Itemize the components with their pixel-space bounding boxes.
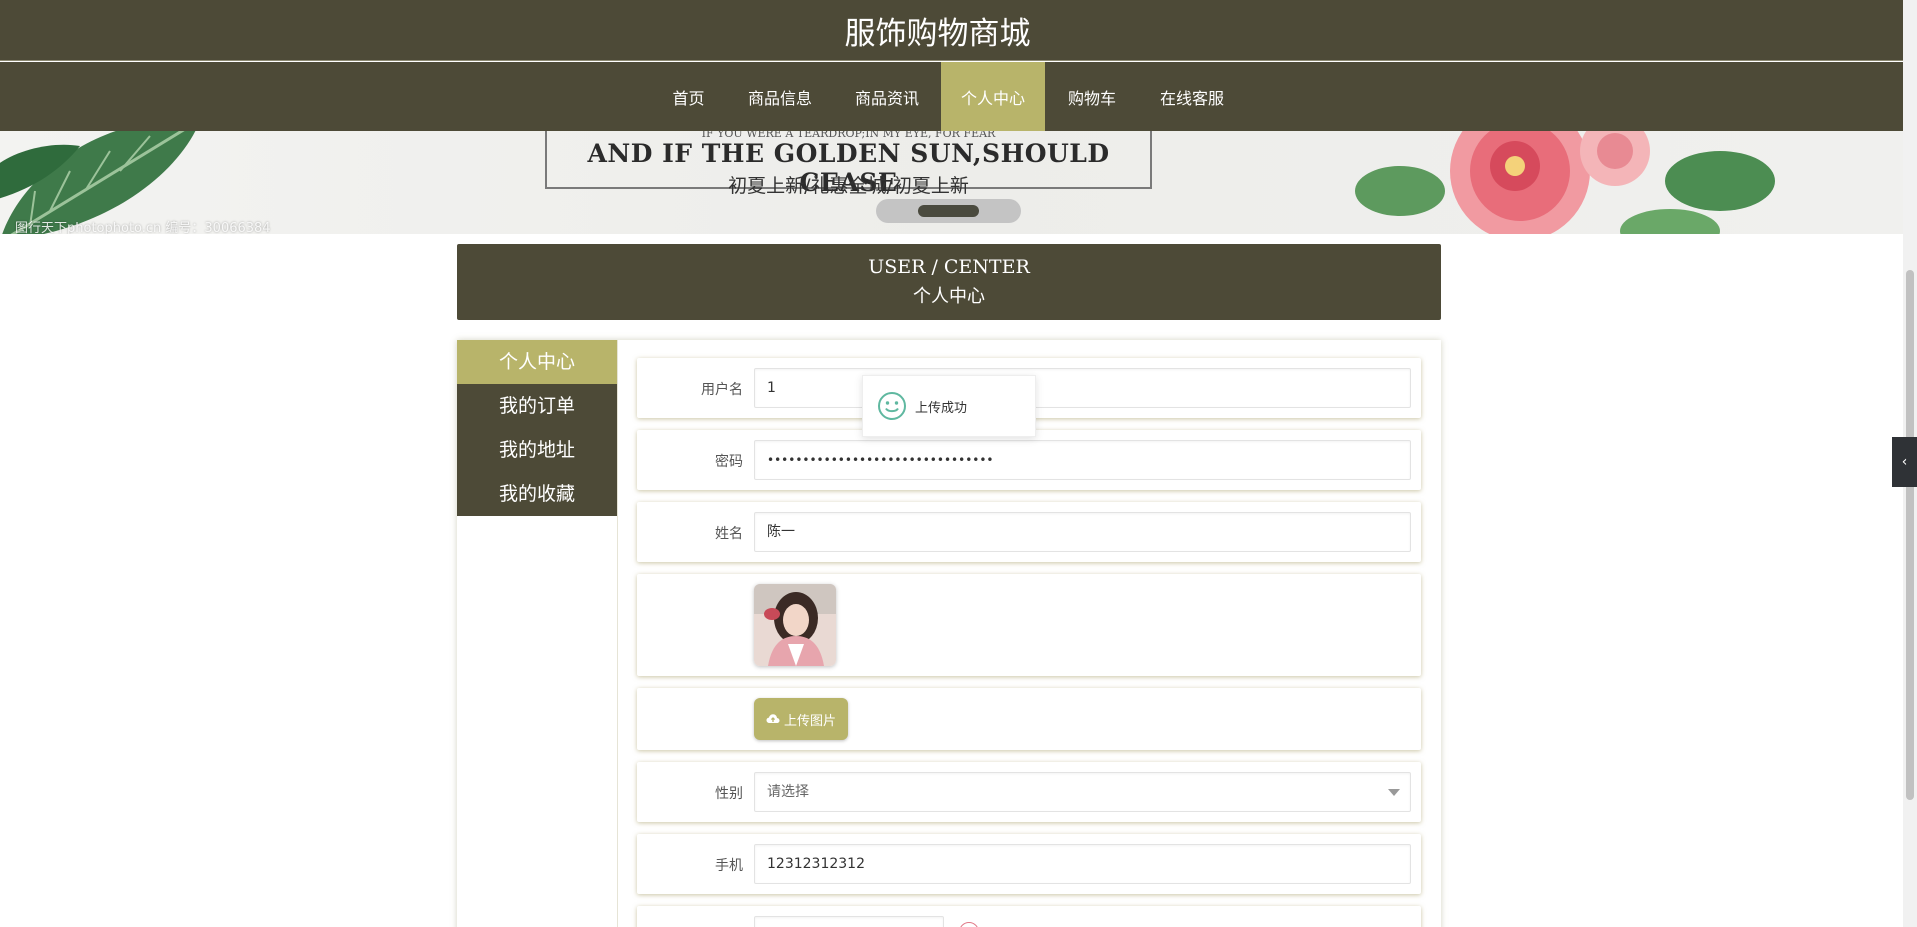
nav-cart[interactable]: 购物车 [1045, 62, 1139, 131]
upload-image-button[interactable]: 上传图片 [754, 698, 848, 740]
nav-online-service[interactable]: 在线客服 [1139, 62, 1245, 131]
flower-decoration-icon [1355, 131, 1775, 234]
nav-products[interactable]: 商品信息 [727, 62, 833, 131]
next-field-input[interactable] [754, 916, 944, 927]
gender-select[interactable]: 请选择 [754, 772, 1411, 812]
avatar[interactable] [754, 584, 836, 666]
gender-label: 性别 [715, 786, 743, 802]
upload-success-toast: 上传成功 [862, 375, 1036, 437]
user-sidebar: 个人中心 我的订单 我的地址 我的收藏 [457, 340, 617, 516]
carousel-pager[interactable] [876, 199, 1021, 223]
side-panel-toggle[interactable]: ‹ [1892, 437, 1917, 487]
section-title: USER / CENTER 个人中心 [457, 244, 1441, 320]
main-nav: 首页 商品信息 商品资讯 个人中心 购物车 在线客服 [0, 62, 1903, 131]
section-title-cn: 个人中心 [913, 286, 985, 307]
carousel-pager-dot[interactable] [918, 205, 979, 217]
phone-input[interactable]: 12312312312 [754, 844, 1411, 884]
section-title-en: USER / CENTER [868, 256, 1030, 278]
avatar-image-icon [754, 584, 836, 666]
upload-image-button-label: 上传图片 [783, 713, 836, 729]
sidebar-item-my-favorites[interactable]: 我的收藏 [457, 472, 617, 516]
nav-news[interactable]: 商品资讯 [833, 62, 941, 131]
username-input[interactable]: 1 [754, 368, 1411, 408]
banner-subtitle: 初夏上新/礼惠全城/初夏上新 [728, 175, 969, 197]
username-label: 用户名 [701, 382, 743, 398]
form-row-next [637, 906, 1421, 927]
sidebar-item-my-orders[interactable]: 我的订单 [457, 384, 617, 428]
smile-icon [878, 392, 906, 420]
form-row-upload: 上传图片 [637, 688, 1421, 750]
gender-select-value: 请选择 [767, 784, 809, 800]
nav-home[interactable]: 首页 [650, 62, 727, 131]
form-row-avatar [637, 574, 1421, 676]
nav-user-center[interactable]: 个人中心 [941, 62, 1045, 131]
sidebar-divider [617, 340, 618, 927]
page: 服饰购物商城 首页 商品信息 商品资讯 个人中心 购物车 在线客服 IF YOU… [0, 0, 1917, 927]
chevron-left-icon: ‹ [1901, 454, 1908, 470]
scrollbar-thumb[interactable] [1906, 270, 1914, 800]
site-header: 服饰购物商城 [0, 0, 1903, 61]
toast-message: 上传成功 [915, 400, 968, 416]
banner-watermark: 图行天下photophoto.cn 编号：30066384 [15, 221, 271, 234]
sidebar-item-user-center[interactable]: 个人中心 [457, 340, 617, 384]
cloud-upload-icon [766, 714, 780, 723]
name-label: 姓名 [715, 526, 743, 542]
site-title: 服饰购物商城 [844, 16, 1031, 52]
password-input[interactable]: •••••••••••••••••••••••••••••••• [754, 440, 1411, 480]
form-row-gender: 性别 请选择 [637, 762, 1421, 822]
info-circle-icon [959, 922, 979, 927]
sidebar-item-my-address[interactable]: 我的地址 [457, 428, 617, 472]
chevron-down-icon [1388, 789, 1400, 796]
phone-label: 手机 [715, 858, 743, 874]
form-row-name: 姓名 陈一 [637, 502, 1421, 562]
form-row-phone: 手机 12312312312 [637, 834, 1421, 894]
password-label: 密码 [715, 454, 743, 470]
banner-carousel: IF YOU WERE A TEARDROP;IN MY EYE, FOR FE… [0, 131, 1903, 234]
name-input[interactable]: 陈一 [754, 512, 1411, 552]
form-row-password: 密码 •••••••••••••••••••••••••••••••• [637, 430, 1421, 490]
